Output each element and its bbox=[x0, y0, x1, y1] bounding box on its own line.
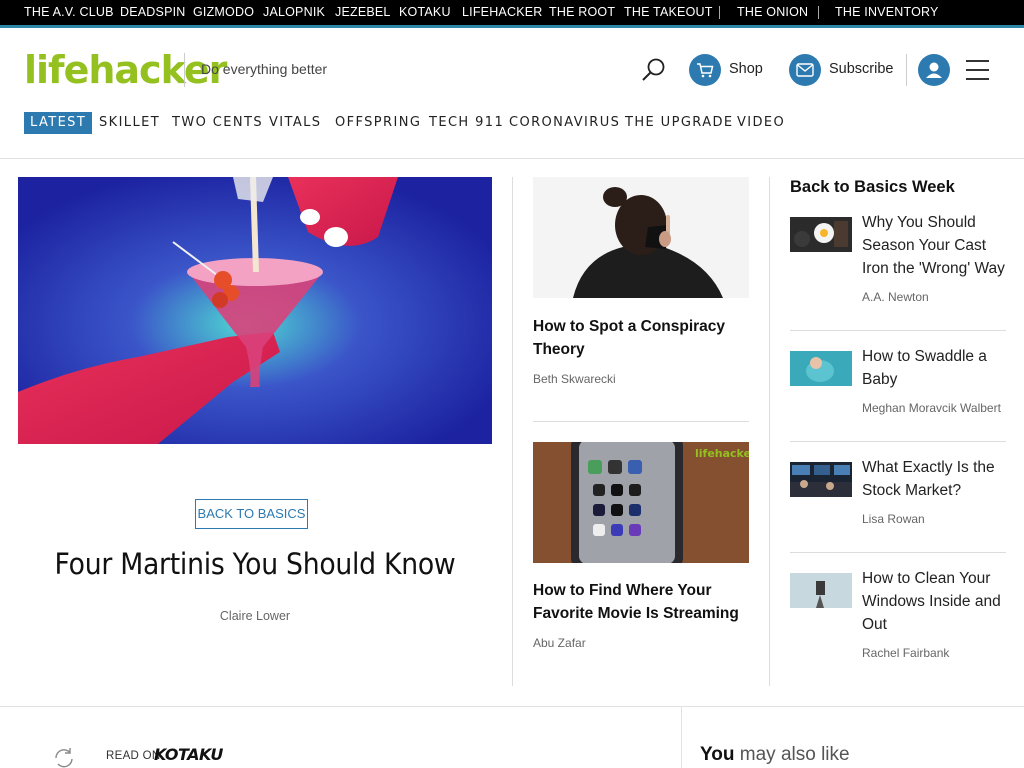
sidebar-story-headline[interactable]: How to Swaddle a Baby bbox=[862, 345, 1008, 391]
read-on-label: READ ON bbox=[106, 750, 161, 762]
subscribe-button[interactable]: Subscribe bbox=[789, 54, 901, 86]
kotaku-logo[interactable]: KOTAKU bbox=[154, 745, 223, 764]
sidebar-story-thumbnail[interactable] bbox=[790, 462, 852, 497]
network-separator bbox=[818, 6, 819, 19]
nav-item-vitals[interactable]: VITALS bbox=[269, 112, 321, 134]
nav-item-latest[interactable]: LATEST bbox=[24, 112, 93, 134]
hero-category-tag[interactable]: BACK TO BASICS bbox=[195, 499, 308, 529]
sidebar-divider bbox=[790, 330, 1006, 331]
nav-item-skillet[interactable]: SKILLET bbox=[99, 112, 160, 134]
sidebar-story-author[interactable]: Rachel Fairbank bbox=[862, 646, 949, 660]
nav-item-the-upgrade[interactable]: THE UPGRADE bbox=[625, 112, 734, 134]
network-link-the-inventory[interactable]: THE INVENTORY bbox=[835, 5, 939, 19]
sidebar-heading: Back to Basics Week bbox=[790, 178, 955, 196]
user-account-button[interactable] bbox=[918, 54, 950, 86]
network-link-lifehacker[interactable]: LIFEHACKER bbox=[462, 5, 543, 19]
sidebar-story-author[interactable]: A.A. Newton bbox=[862, 290, 929, 304]
header-divider bbox=[184, 53, 185, 87]
refresh-icon[interactable] bbox=[52, 746, 76, 768]
column-divider bbox=[512, 177, 513, 686]
nav-item-offspring[interactable]: OFFSPRING bbox=[335, 112, 421, 134]
network-link-jalopnik[interactable]: JALOPNIK bbox=[263, 5, 325, 19]
shop-label: Shop bbox=[729, 61, 763, 77]
sidebar-story-headline[interactable]: How to Clean Your Windows Inside and Out bbox=[862, 567, 1008, 636]
sidebar-story-headline[interactable]: Why You Should Season Your Cast Iron the… bbox=[862, 211, 1008, 280]
hero-image[interactable] bbox=[18, 177, 492, 444]
story-author[interactable]: Beth Skwarecki bbox=[533, 372, 616, 386]
story-thumbnail[interactable] bbox=[533, 177, 749, 298]
site-tagline: Do everything better bbox=[201, 61, 328, 77]
site-logo[interactable]: lifehacker bbox=[24, 48, 227, 92]
story-author[interactable]: Abu Zafar bbox=[533, 636, 586, 650]
search-button[interactable] bbox=[640, 56, 668, 84]
network-separator bbox=[719, 6, 720, 19]
subscribe-label: Subscribe bbox=[829, 61, 894, 77]
story-thumbnail[interactable]: lifehacker bbox=[533, 442, 749, 563]
section-divider bbox=[0, 706, 1024, 707]
header-divider bbox=[906, 54, 907, 86]
you-may-also-like-heading: You may also like bbox=[700, 744, 850, 766]
search-icon bbox=[642, 58, 665, 81]
hero-headline[interactable]: Four Martinis You Should Know bbox=[37, 547, 473, 581]
column-divider bbox=[769, 177, 770, 686]
mail-icon bbox=[789, 54, 821, 86]
thumbnail-watermark: lifehacker bbox=[695, 447, 749, 460]
sidebar-divider bbox=[790, 552, 1006, 553]
menu-icon bbox=[966, 58, 989, 82]
hero-author[interactable]: Claire Lower bbox=[18, 609, 492, 623]
sidebar-story-thumbnail[interactable] bbox=[790, 217, 852, 252]
also-like-bold: You bbox=[700, 744, 735, 765]
column-divider bbox=[681, 707, 682, 768]
section-nav: LATEST SKILLET TWO CENTS VITALS OFFSPRIN… bbox=[0, 112, 1024, 136]
logo-text-life: life bbox=[24, 48, 89, 92]
network-link-avclub[interactable]: THE A.V. CLUB bbox=[24, 5, 114, 19]
also-like-rest: may also like bbox=[739, 744, 850, 765]
nav-item-coronavirus[interactable]: CORONAVIRUS bbox=[509, 112, 620, 134]
network-link-the-root[interactable]: THE ROOT bbox=[549, 5, 615, 19]
nav-divider bbox=[0, 158, 1024, 159]
story-headline[interactable]: How to Find Where Your Favorite Movie Is… bbox=[533, 579, 749, 625]
sidebar-story-headline[interactable]: What Exactly Is the Stock Market? bbox=[862, 456, 1008, 502]
sidebar-divider bbox=[790, 441, 1006, 442]
story-headline[interactable]: How to Spot a Conspiracy Theory bbox=[533, 315, 749, 361]
sidebar-story-thumbnail[interactable] bbox=[790, 573, 852, 608]
nav-item-tech-911[interactable]: TECH 911 bbox=[429, 112, 504, 134]
shop-button[interactable]: Shop bbox=[689, 54, 769, 86]
network-link-jezebel[interactable]: JEZEBEL bbox=[335, 5, 391, 19]
story-divider bbox=[533, 421, 749, 422]
network-bar: THE A.V. CLUB DEADSPIN GIZMODO JALOPNIK … bbox=[0, 0, 1024, 28]
network-link-deadspin[interactable]: DEADSPIN bbox=[120, 5, 186, 19]
user-icon bbox=[926, 62, 942, 78]
menu-button[interactable] bbox=[966, 58, 990, 82]
nav-item-video[interactable]: VIDEO bbox=[737, 112, 785, 134]
cart-icon bbox=[689, 54, 721, 86]
network-link-the-takeout[interactable]: THE TAKEOUT bbox=[624, 5, 713, 19]
sidebar-story-author[interactable]: Meghan Moravcik Walbert bbox=[862, 401, 1001, 415]
sidebar-story-author[interactable]: Lisa Rowan bbox=[862, 512, 925, 526]
network-link-kotaku[interactable]: KOTAKU bbox=[399, 5, 451, 19]
network-link-gizmodo[interactable]: GIZMODO bbox=[193, 5, 254, 19]
sidebar-story-thumbnail[interactable] bbox=[790, 351, 852, 386]
network-link-the-onion[interactable]: THE ONION bbox=[737, 5, 808, 19]
nav-item-two-cents[interactable]: TWO CENTS bbox=[172, 112, 263, 134]
